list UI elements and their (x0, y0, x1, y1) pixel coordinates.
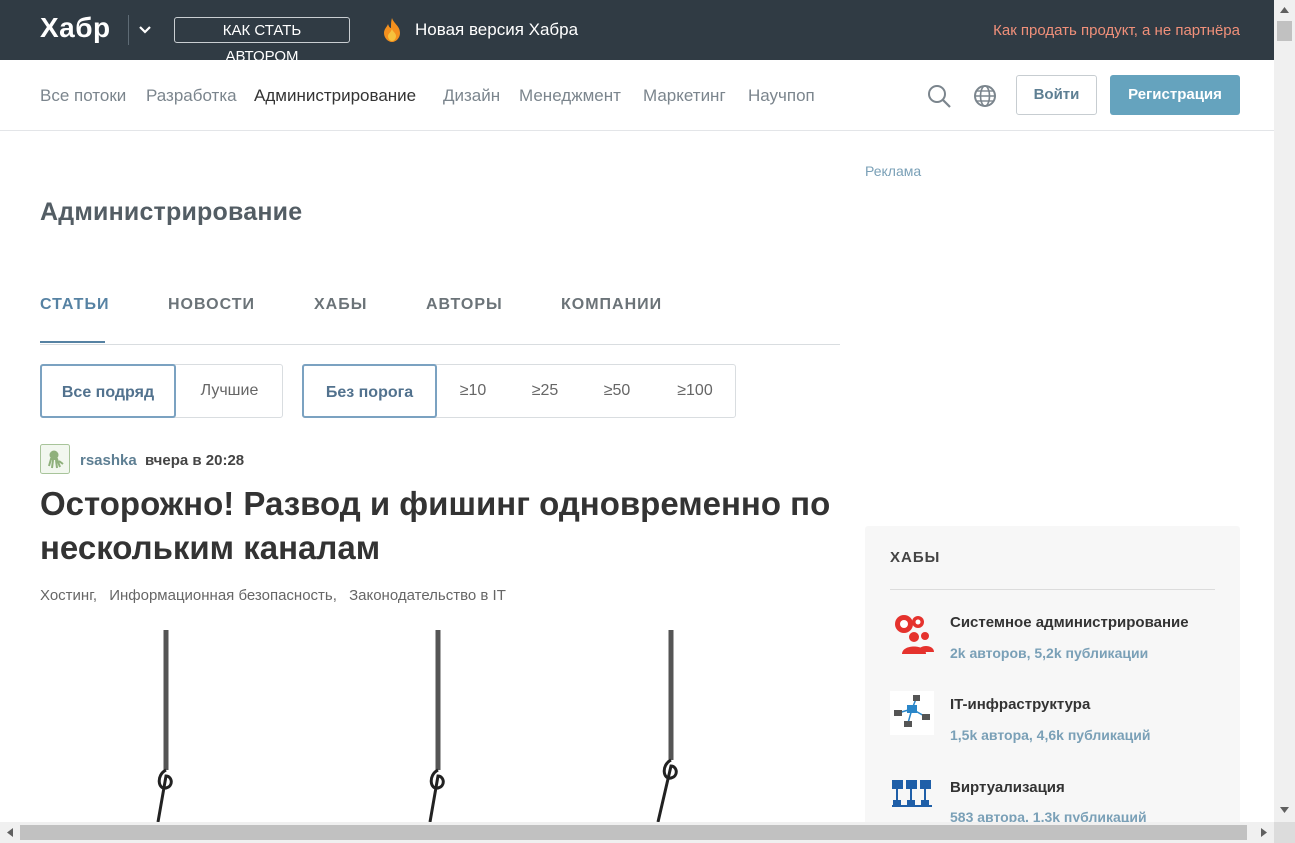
hub-name[interactable]: Виртуализация (950, 779, 1065, 796)
scroll-up-arrow-icon[interactable] (1279, 5, 1290, 15)
nav-item-design[interactable]: Дизайн (443, 86, 500, 106)
tab-articles[interactable]: СТАТЬИ (40, 296, 109, 314)
post-title[interactable]: Осторожно! Развод и фишинг одновременно … (40, 482, 840, 570)
vertical-scroll-thumb[interactable] (1277, 21, 1292, 41)
sort-best-button[interactable]: Лучшие (176, 364, 283, 418)
nav-item-marketing[interactable]: Маркетинг (643, 86, 726, 106)
register-button[interactable]: Регистрация (1110, 75, 1240, 115)
promo-link[interactable]: Как продать продукт, а не партнёра (993, 22, 1240, 39)
post-hub-link[interactable]: Хостинг, (40, 587, 97, 604)
threshold-50-button[interactable]: ≥50 (581, 364, 653, 418)
post-hub-link[interactable]: Информационная безопасность, (109, 587, 337, 604)
nav-item-popsci[interactable]: Научпоп (748, 86, 815, 106)
hub-stats: 2k авторов, 5,2k публикации (950, 645, 1149, 661)
post-hubs: Хостинг, Информационная безопасность, За… (40, 587, 514, 604)
new-version-link[interactable]: Новая версия Хабра (415, 20, 578, 40)
horizontal-scroll-thumb[interactable] (20, 825, 1247, 840)
scrollbar-corner (1274, 822, 1295, 843)
threshold-toggle: Без порога ≥10 ≥25 ≥50 ≥100 (302, 364, 736, 418)
hubs-panel: ХАБЫ Системное администрирование 2k авто… (865, 526, 1240, 826)
scroll-right-arrow-icon[interactable] (1259, 827, 1269, 838)
logo-divider (128, 15, 129, 45)
network-icon[interactable] (890, 691, 934, 735)
scroll-left-arrow-icon[interactable] (5, 827, 15, 838)
chevron-down-icon[interactable] (136, 21, 154, 39)
hub-name[interactable]: IT-инфраструктура (950, 696, 1090, 713)
post-image-fishing-hooks (156, 630, 678, 822)
threshold-none-button[interactable]: Без порога (302, 364, 437, 418)
hubs-panel-title: ХАБЫ (890, 549, 941, 566)
ad-label: Реклама (865, 163, 922, 179)
how-to-become-author-button[interactable]: КАК СТАТЬ АВТОРОМ (174, 17, 350, 65)
tab-hubs[interactable]: ХАБЫ (314, 296, 367, 314)
post-author[interactable]: rsashka (80, 452, 137, 469)
sort-all-button[interactable]: Все подряд (40, 364, 176, 418)
tab-authors[interactable]: АВТОРЫ (426, 296, 503, 314)
nav-item-development[interactable]: Разработка (146, 86, 237, 106)
hub-name[interactable]: Системное администрирование (950, 614, 1189, 631)
top-bar: Хабр КАК СТАТЬ АВТОРОМ Новая версия Хабр… (0, 0, 1274, 65)
page-title: Администрирование (40, 198, 303, 226)
search-icon[interactable] (926, 83, 952, 109)
fire-icon (384, 18, 400, 42)
main-nav: Все потоки Разработка Администрирование … (0, 60, 1274, 131)
globe-icon[interactable] (972, 83, 998, 109)
active-tab-indicator (40, 341, 105, 343)
hub-stats: 1,5k автора, 4,6k публикаций (950, 727, 1151, 743)
login-button[interactable]: Войти (1016, 75, 1097, 115)
post-time: вчера в 20:28 (145, 452, 245, 469)
tab-companies[interactable]: КОМПАНИИ (561, 296, 662, 314)
nav-item-all[interactable]: Все потоки (40, 86, 126, 106)
threshold-10-button[interactable]: ≥10 (437, 364, 509, 418)
nav-item-administration[interactable]: Администрирование (254, 86, 416, 106)
horizontal-scrollbar[interactable] (0, 822, 1274, 843)
divider (890, 589, 1215, 590)
sort-toggle: Все подряд Лучшие (40, 364, 283, 418)
post-hub-link[interactable]: Законодательство в IT (349, 587, 506, 604)
threshold-25-button[interactable]: ≥25 (509, 364, 581, 418)
threshold-100-button[interactable]: ≥100 (653, 364, 737, 418)
vertical-scrollbar[interactable] (1274, 0, 1295, 822)
habr-logo[interactable]: Хабр (40, 12, 111, 44)
nav-item-management[interactable]: Менеджмент (519, 86, 621, 106)
servers-icon[interactable] (890, 776, 934, 820)
avatar[interactable] (40, 444, 70, 474)
gears-people-icon[interactable] (890, 610, 934, 654)
scroll-down-arrow-icon[interactable] (1279, 805, 1290, 815)
tab-news[interactable]: НОВОСТИ (168, 296, 255, 314)
section-tabs: СТАТЬИ НОВОСТИ ХАБЫ АВТОРЫ КОМПАНИИ (40, 296, 840, 345)
